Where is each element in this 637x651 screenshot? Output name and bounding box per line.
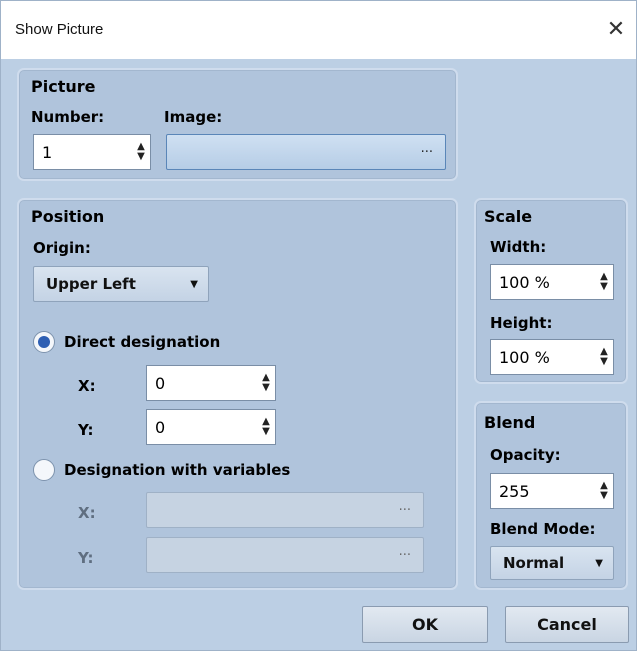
y-label: Y: [78,421,94,439]
ok-button[interactable]: OK [362,606,488,643]
width-value: 100 % [499,272,550,292]
blend-mode-value: Normal [503,554,565,572]
spinner-arrows-icon[interactable]: ▲ ▼ [595,340,613,374]
y-stepper[interactable]: 0 ▲ ▼ [146,409,276,445]
browse-icon: ··· [398,502,411,518]
chevron-down-icon: ▼ [190,278,198,290]
height-value: 100 % [499,347,550,367]
title-bar: Show Picture ✕ [1,1,636,59]
origin-value: Upper Left [46,275,136,293]
origin-label: Origin: [33,239,91,257]
blend-panel: Blend Opacity: 255 ▲ ▼ Blend Mode: Normal… [474,401,628,590]
opacity-value: 255 [499,481,530,501]
radio-selected-dot [38,336,50,348]
opacity-stepper[interactable]: 255 ▲ ▼ [490,473,614,509]
chevron-down-icon: ▼ [595,557,603,569]
spinner-arrows-icon[interactable]: ▲ ▼ [595,474,613,508]
spinner-arrows-icon[interactable]: ▲ ▼ [257,366,275,400]
direct-designation-radio[interactable] [33,331,55,353]
close-button[interactable]: ✕ [602,15,630,43]
blend-mode-dropdown[interactable]: Normal ▼ [490,546,614,580]
origin-dropdown[interactable]: Upper Left ▼ [33,266,209,302]
position-panel: Position Origin: Upper Left ▼ Direct des… [17,198,458,590]
var-y-label: Y: [78,549,94,567]
picture-panel: Picture Number: 1 ▲ ▼ Image: ··· [17,68,458,181]
x-label: X: [78,377,96,395]
width-stepper[interactable]: 100 % ▲ ▼ [490,264,614,300]
scale-panel: Scale Width: 100 % ▲ ▼ Height: 100 % ▲ ▼ [474,198,628,384]
var-x-field[interactable]: ··· [146,492,424,528]
height-stepper[interactable]: 100 % ▲ ▼ [490,339,614,375]
number-label: Number: [31,108,105,126]
picture-panel-title: Picture [31,77,96,96]
close-icon: ✕ [606,16,626,42]
spinner-arrows-icon[interactable]: ▲ ▼ [595,265,613,299]
height-label: Height: [490,314,553,332]
width-label: Width: [490,238,547,256]
cancel-button[interactable]: Cancel [505,606,629,643]
show-picture-dialog: Show Picture ✕ Picture Number: 1 ▲ ▼ Imag… [0,0,637,651]
variables-designation-label: Designation with variables [64,461,291,479]
spinner-arrows-icon[interactable]: ▲ ▼ [257,410,275,444]
var-x-label: X: [78,504,96,522]
image-label: Image: [164,108,223,126]
position-panel-title: Position [31,207,105,226]
var-y-field[interactable]: ··· [146,537,424,573]
x-value: 0 [155,373,166,393]
y-value: 0 [155,417,166,437]
scale-panel-title: Scale [484,207,533,226]
direct-designation-label: Direct designation [64,333,221,351]
window-title: Show Picture [15,21,104,38]
image-field[interactable]: ··· [166,134,446,170]
number-value: 1 [42,142,53,162]
browse-icon: ··· [398,547,411,563]
browse-icon: ··· [420,144,433,160]
spinner-arrows-icon[interactable]: ▲ ▼ [132,135,150,169]
blend-panel-title: Blend [484,413,536,432]
number-stepper[interactable]: 1 ▲ ▼ [33,134,151,170]
opacity-label: Opacity: [490,446,561,464]
variables-designation-radio[interactable] [33,459,55,481]
x-stepper[interactable]: 0 ▲ ▼ [146,365,276,401]
blend-mode-label: Blend Mode: [490,520,596,538]
